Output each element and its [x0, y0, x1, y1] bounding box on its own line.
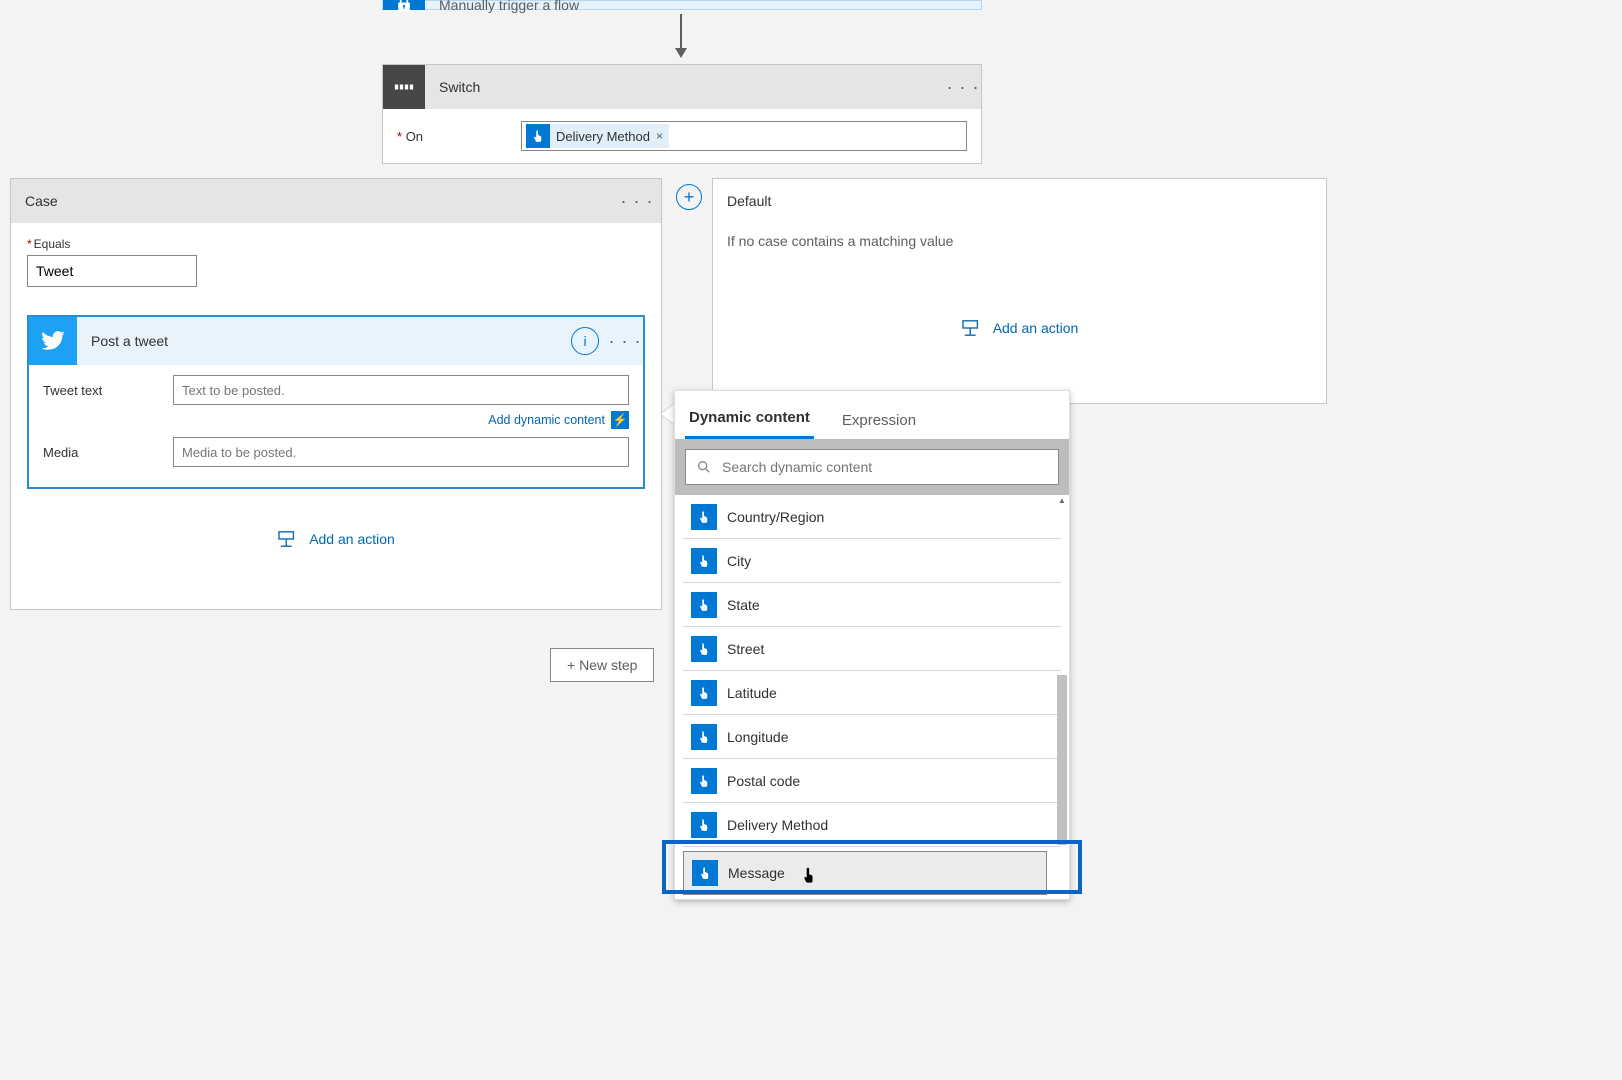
- new-step-button[interactable]: + New step: [550, 648, 654, 682]
- switch-card: Switch · · · * On Delivery Method ×: [382, 64, 982, 164]
- tweet-text-label: Tweet text: [43, 383, 173, 398]
- dynamic-content-panel: Dynamic content Expression Country/Regio…: [674, 390, 1070, 900]
- switch-header[interactable]: Switch · · ·: [383, 65, 981, 109]
- tab-dynamic-content[interactable]: Dynamic content: [685, 409, 814, 439]
- touch-icon: [691, 768, 717, 794]
- trigger-title: Manually trigger a flow: [425, 0, 579, 13]
- dc-item-delivery-method[interactable]: Delivery Method: [683, 803, 1061, 847]
- dc-scrollbar[interactable]: ▲: [1057, 495, 1067, 895]
- touch-icon: [691, 504, 717, 530]
- case-card: Case · · · *Equals Post a tweet i · · · …: [10, 178, 662, 610]
- dc-item-state[interactable]: State: [683, 583, 1061, 627]
- scroll-up-icon[interactable]: ▲: [1057, 495, 1067, 505]
- dc-item-latitude[interactable]: Latitude: [683, 671, 1061, 715]
- dc-item-country[interactable]: Country/Region: [683, 495, 1061, 539]
- tweet-action-card: Post a tweet i · · · Tweet text Add dyna…: [27, 315, 645, 489]
- tweet-action-menu[interactable]: · · ·: [607, 323, 643, 359]
- arrow-connector: [673, 14, 689, 58]
- dc-search-input[interactable]: [722, 459, 1048, 475]
- switch-menu-button[interactable]: · · ·: [945, 69, 981, 105]
- dc-item-message[interactable]: Message: [683, 851, 1047, 895]
- touch-icon: [691, 636, 717, 662]
- dc-item-street[interactable]: Street: [683, 627, 1061, 671]
- case-equals-input[interactable]: [27, 255, 197, 287]
- default-title: Default: [727, 193, 771, 209]
- scroll-thumb[interactable]: [1057, 675, 1067, 845]
- default-card: Default If no case contains a matching v…: [712, 178, 1327, 404]
- tweet-action-header[interactable]: Post a tweet i · · ·: [29, 317, 643, 365]
- trigger-icon: [383, 0, 425, 10]
- case-add-action-button[interactable]: Add an action: [27, 489, 645, 589]
- twitter-icon: [29, 317, 77, 365]
- touch-icon: [691, 592, 717, 618]
- dc-search-box[interactable]: [685, 449, 1059, 485]
- dc-item-postal[interactable]: Postal code: [683, 759, 1061, 803]
- tweet-text-input[interactable]: [173, 375, 629, 405]
- default-header[interactable]: Default: [713, 179, 1326, 223]
- dc-item-longitude[interactable]: Longitude: [683, 715, 1061, 759]
- case-header[interactable]: Case · · ·: [11, 179, 661, 223]
- dynamic-content-icon[interactable]: ⚡: [611, 411, 629, 429]
- switch-title: Switch: [425, 79, 945, 95]
- case-equals-label: *Equals: [27, 237, 645, 251]
- token-delivery-method[interactable]: Delivery Method ×: [526, 124, 669, 148]
- add-dynamic-content-link[interactable]: Add dynamic content: [488, 413, 605, 427]
- dc-item-city[interactable]: City: [683, 539, 1061, 583]
- touch-icon: [526, 124, 550, 148]
- dc-panel-caret: [661, 404, 675, 424]
- case-menu-button[interactable]: · · ·: [619, 183, 655, 219]
- default-add-action-button[interactable]: Add an action: [713, 253, 1326, 403]
- media-label: Media: [43, 445, 173, 460]
- media-input[interactable]: [173, 437, 629, 467]
- touch-icon: [691, 724, 717, 750]
- token-remove[interactable]: ×: [656, 129, 663, 143]
- touch-icon: [692, 860, 718, 886]
- touch-icon: [691, 812, 717, 838]
- switch-on-input[interactable]: Delivery Method ×: [521, 121, 967, 151]
- info-icon[interactable]: i: [571, 327, 599, 355]
- tab-expression[interactable]: Expression: [838, 412, 920, 439]
- case-title: Case: [25, 193, 619, 209]
- switch-icon: [383, 65, 425, 109]
- trigger-card[interactable]: Manually trigger a flow: [382, 0, 982, 10]
- dc-list: Country/Region City State Street Latitud…: [675, 495, 1069, 895]
- add-case-button[interactable]: +: [676, 184, 702, 210]
- default-desc: If no case contains a matching value: [713, 223, 1326, 253]
- touch-icon: [691, 680, 717, 706]
- cursor-icon: [800, 866, 820, 886]
- switch-on-label: * On: [397, 129, 507, 144]
- touch-icon: [691, 548, 717, 574]
- tweet-action-title: Post a tweet: [77, 333, 571, 349]
